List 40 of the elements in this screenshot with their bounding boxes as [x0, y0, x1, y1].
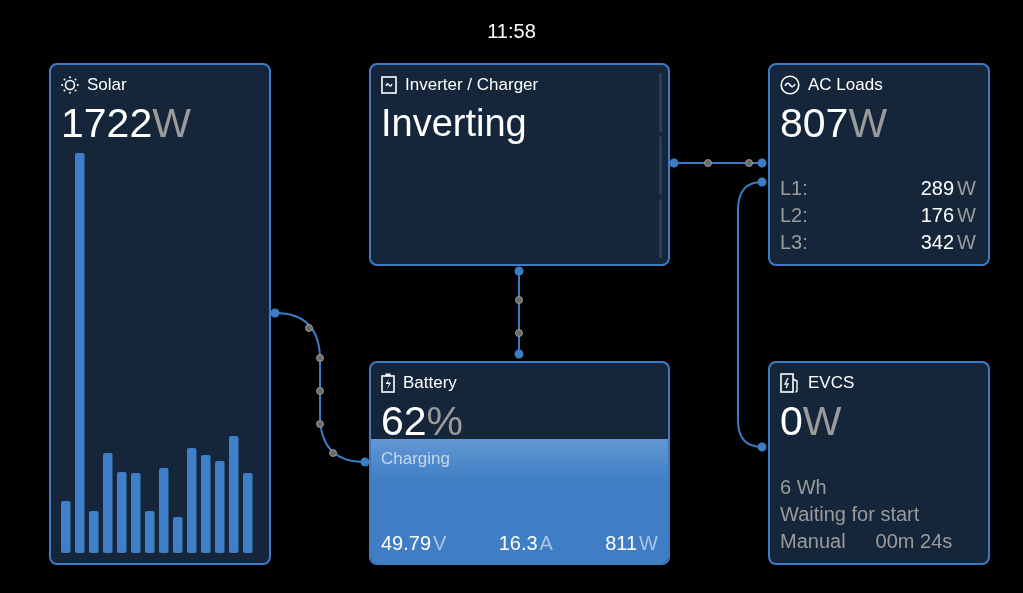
- battery-reading: 811: [605, 532, 638, 554]
- card-title: EVCS: [808, 373, 855, 393]
- clock-time: 11:58: [487, 20, 536, 42]
- energy-value: 6 Wh: [780, 475, 827, 500]
- unit-label: W: [802, 398, 842, 444]
- card-title: Inverter / Charger: [405, 75, 539, 95]
- card-title: AC Loads: [808, 75, 883, 95]
- battery-reading: 16.3: [498, 532, 538, 554]
- battery-charging-icon: [381, 373, 395, 393]
- phase-power: 342: [920, 230, 955, 255]
- charge-time: 00m 24s: [875, 529, 953, 554]
- unit-label: A: [539, 532, 553, 554]
- unit-label: %: [426, 398, 464, 444]
- unit-label: W: [639, 532, 658, 554]
- phase-power: 289: [920, 176, 955, 201]
- unit-label: V: [433, 532, 447, 554]
- inverter-icon: [381, 76, 397, 94]
- unit-label: W: [957, 203, 976, 228]
- battery-state: Charging: [381, 449, 451, 469]
- phase-power: 176: [920, 203, 955, 228]
- phase-label: L3:: [780, 230, 808, 255]
- unit-label: W: [848, 100, 888, 146]
- charger-icon: [780, 373, 800, 393]
- charger-status: Waiting for start: [780, 502, 920, 527]
- phase-label: L2:: [780, 203, 808, 228]
- charge-mode: Manual: [780, 529, 846, 554]
- ac-wave-icon: [780, 75, 800, 95]
- power-value: 0: [780, 398, 803, 444]
- unit-label: W: [957, 230, 976, 255]
- power-value: 807: [780, 100, 849, 146]
- card-title: Solar: [87, 75, 127, 95]
- battery-reading: 49.79: [381, 532, 432, 554]
- power-value: 1722: [61, 100, 153, 146]
- card-title: Battery: [403, 373, 457, 393]
- sun-icon: [61, 76, 79, 94]
- phase-label: L1:: [780, 176, 808, 201]
- unit-label: W: [957, 176, 976, 201]
- charge-percent: 62: [381, 398, 427, 444]
- inverter-state: Inverting: [381, 101, 528, 145]
- unit-label: W: [152, 100, 191, 146]
